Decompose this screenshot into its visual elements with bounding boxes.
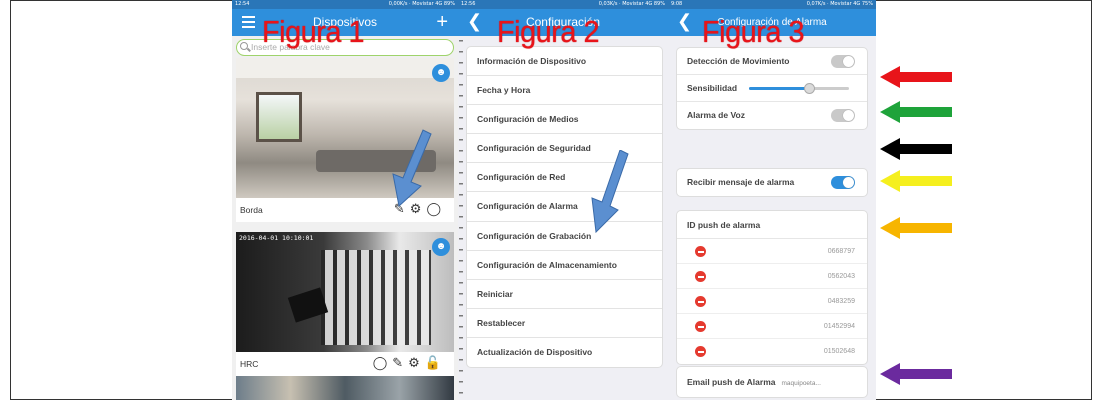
remove-icon[interactable] <box>695 246 706 257</box>
push-id-value: 01452994 <box>823 323 855 330</box>
push-id-value: 0562043 <box>827 273 855 280</box>
push-id-row: 01502648 <box>677 339 867 364</box>
motion-detection-toggle[interactable] <box>831 55 855 68</box>
remove-icon[interactable] <box>695 321 706 332</box>
blue-arrow-alarm-config <box>591 150 629 234</box>
status-network: 0,00K/s · Movistar 4G 89% <box>388 1 455 7</box>
menu-item-date-time[interactable]: Fecha y Hora <box>467 76 662 106</box>
receive-alarm-card: Recibir mensaje de alarma <box>676 168 868 197</box>
scroll-indicator <box>459 40 463 400</box>
status-time: 12:54 <box>235 1 250 7</box>
lock-icon[interactable]: 🔓 <box>425 356 446 371</box>
alarm-basic-card: Detección de Movimiento Sensibilidad Ala… <box>676 47 868 130</box>
slider-handle[interactable] <box>804 83 815 94</box>
email-push-row[interactable]: Email push de Alarma maquipoeta... <box>677 367 867 397</box>
sensitivity-slider[interactable] <box>749 83 849 94</box>
blue-arrow-gear <box>392 129 432 207</box>
status-bar: 12:56 0,03K/s · Movistar 4G 89% <box>458 0 668 9</box>
camera-timestamp: 2016-04-01 10:10:01 <box>239 234 314 242</box>
green-arrow <box>880 101 954 123</box>
push-id-value: 01502648 <box>823 348 855 355</box>
voice-alarm-row: Alarma de Voz <box>677 102 867 129</box>
email-push-value: maquipoeta... <box>781 380 821 387</box>
camera-row: HRC ◯✎⚙🔓 <box>236 352 454 376</box>
menu-item-storage[interactable]: Configuración de Almacenamiento <box>467 251 662 280</box>
status-bar: 9:08 0,07K/s · Movistar 4G 75% <box>668 0 876 9</box>
voice-alarm-toggle[interactable] <box>831 109 855 122</box>
remove-icon[interactable] <box>695 271 706 282</box>
status-network: 0,07K/s · Movistar 4G 75% <box>806 1 873 7</box>
figure-label-1: Figura 1 <box>262 14 365 49</box>
push-id-card: ID push de alarma 0668797 0562043 048325… <box>676 210 868 365</box>
menu-item-firmware-update[interactable]: Actualización de Dispositivo <box>467 338 662 367</box>
voice-alarm-label: Alarma de Voz <box>687 110 745 120</box>
motion-detection-row: Detección de Movimiento <box>677 48 867 75</box>
camera-actions: ◯✎⚙🔓 <box>373 356 446 372</box>
gear-icon[interactable]: ⚙ <box>408 356 425 371</box>
status-time: 12:56 <box>461 1 476 7</box>
push-id-row: 0668797 <box>677 239 867 264</box>
yellow-arrow <box>880 170 954 192</box>
push-id-row: 0483259 <box>677 289 867 314</box>
push-id-row: 01452994 <box>677 314 867 339</box>
receive-alarm-toggle[interactable] <box>831 176 855 189</box>
menu-item-reboot[interactable]: Reiniciar <box>467 280 662 309</box>
camera-name: Borda <box>240 205 263 215</box>
sensitivity-row: Sensibilidad <box>677 75 867 102</box>
push-id-value: 0483259 <box>827 298 855 305</box>
alarm-icon[interactable]: ◯ <box>373 356 393 371</box>
camera-name: HRC <box>240 359 259 369</box>
figure-label-2: Figura 2 <box>497 14 600 49</box>
status-network: 0,03K/s · Movistar 4G 89% <box>598 1 665 7</box>
menu-item-device-info[interactable]: Información de Dispositivo <box>467 47 662 77</box>
phone-alarm-settings: 9:08 0,07K/s · Movistar 4G 75% ❮ Configu… <box>668 0 876 400</box>
figure-label-3: Figura 3 <box>702 14 805 49</box>
email-push-label: Email push de Alarma <box>687 377 776 387</box>
push-id-row: 0562043 <box>677 264 867 289</box>
sensitivity-label: Sensibilidad <box>687 83 738 93</box>
search-icon <box>240 42 248 50</box>
red-arrow <box>880 66 954 88</box>
purple-arrow <box>880 363 954 385</box>
menu-item-reset[interactable]: Restablecer <box>467 309 662 338</box>
camera-preview-third[interactable] <box>236 376 454 400</box>
email-push-card: Email push de Alarma maquipoeta... <box>676 366 868 398</box>
status-bar: 12:54 0,00K/s · Movistar 4G 89% <box>232 0 458 9</box>
remove-icon[interactable] <box>695 296 706 307</box>
edit-icon[interactable]: ✎ <box>392 356 408 371</box>
menu-item-media[interactable]: Configuración de Medios <box>467 105 662 135</box>
remove-icon[interactable] <box>695 346 706 357</box>
share-user-icon[interactable]: ☻ <box>432 64 450 82</box>
receive-alarm-row: Recibir mensaje de alarma <box>677 169 867 196</box>
orange-arrow <box>880 217 954 239</box>
add-device-button[interactable]: + <box>436 11 448 33</box>
black-arrow <box>880 138 954 160</box>
share-user-icon[interactable]: ☻ <box>432 238 450 256</box>
push-id-header: ID push de alarma <box>677 211 867 239</box>
phone-configuration: 12:56 0,03K/s · Movistar 4G 89% ❮ Config… <box>458 0 668 400</box>
camera-preview-hrc[interactable]: 2016-04-01 10:10:01 ☻ <box>236 232 454 362</box>
status-time: 9:08 <box>671 1 683 7</box>
receive-alarm-label: Recibir mensaje de alarma <box>687 177 795 187</box>
motion-detection-label: Detección de Movimiento <box>687 56 790 66</box>
push-id-value: 0668797 <box>827 248 855 255</box>
